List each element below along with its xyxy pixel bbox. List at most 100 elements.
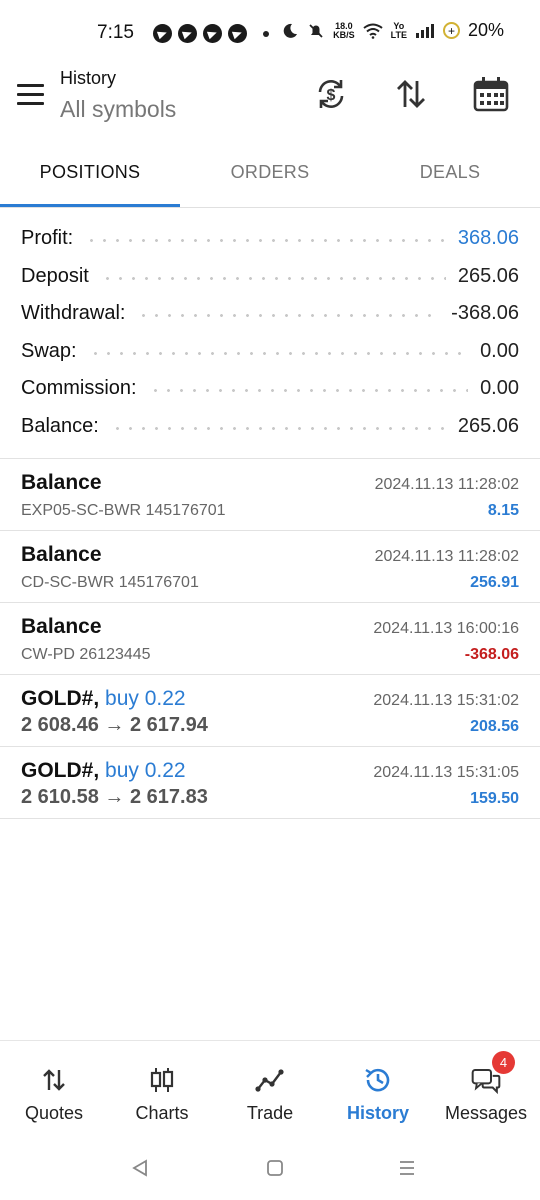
history-tabs: POSITIONS ORDERS DEALS bbox=[0, 150, 540, 208]
deal-symbol: GOLD#, bbox=[21, 759, 100, 782]
deal-time: 2024.11.13 15:31:02 bbox=[373, 692, 519, 709]
hamburger-menu-icon[interactable] bbox=[17, 84, 44, 105]
deal-title: Balance bbox=[21, 543, 102, 566]
deal-amount: 159.50 bbox=[470, 790, 519, 807]
list-item[interactable]: Balance CD-SC-BWR 145176701 2024.11.13 1… bbox=[0, 531, 540, 603]
deal-prices: 2 610.58 → 2 617.83 bbox=[21, 786, 208, 808]
telegram-icon bbox=[153, 24, 172, 43]
status-bar: 7:15 18.0 KB/S Yo LTE + 20% bbox=[0, 0, 540, 64]
summary-row-balance: Balance: 265.06 bbox=[0, 408, 540, 446]
battery-saver-icon: + bbox=[442, 22, 460, 39]
recents-icon[interactable] bbox=[392, 1156, 422, 1180]
list-item[interactable]: Balance CW-PD 26123445 2024.11.13 16:00:… bbox=[0, 603, 540, 675]
summary-row-deposit: Deposit 265.06 bbox=[0, 258, 540, 296]
summary-label: Swap: bbox=[21, 339, 77, 362]
tab-positions[interactable]: POSITIONS bbox=[0, 150, 180, 207]
deal-title: GOLD#, buy 0.22 bbox=[21, 759, 186, 783]
svg-text:$: $ bbox=[327, 87, 336, 104]
currency-refresh-icon[interactable]: $ bbox=[304, 72, 358, 116]
system-navigation-bar bbox=[0, 1140, 540, 1200]
nav-label: Charts bbox=[135, 1103, 189, 1123]
summary-label: Balance: bbox=[21, 414, 99, 437]
history-clock-icon bbox=[363, 1065, 393, 1095]
nav-label: Quotes bbox=[24, 1103, 84, 1123]
arrows-updown-icon bbox=[39, 1065, 69, 1095]
nav-quotes[interactable]: Quotes bbox=[0, 1041, 108, 1140]
calendar-icon[interactable] bbox=[464, 72, 518, 116]
deal-comment: EXP05-SC-BWR 145176701 bbox=[21, 502, 226, 519]
summary-label: Deposit bbox=[21, 264, 89, 287]
nav-label: Messages bbox=[444, 1103, 528, 1123]
summary-label: Commission: bbox=[21, 377, 137, 400]
deal-time: 2024.11.13 11:28:02 bbox=[374, 476, 519, 493]
summary-row-commission: Commission: 0.00 bbox=[0, 370, 540, 408]
dotted-leader bbox=[137, 314, 440, 318]
dotted-leader bbox=[88, 351, 469, 355]
page-title: History bbox=[60, 68, 117, 88]
dotted-leader bbox=[85, 239, 446, 243]
deal-time: 2024.11.13 16:00:16 bbox=[373, 620, 519, 637]
tab-deals[interactable]: DEALS bbox=[360, 150, 540, 207]
battery-percent: 20% bbox=[467, 20, 504, 40]
summary-value: 265.06 bbox=[457, 264, 519, 287]
nav-trade[interactable]: Trade bbox=[216, 1041, 324, 1140]
deal-prices: 2 608.46 → 2 617.94 bbox=[21, 714, 208, 736]
dotted-leader bbox=[100, 276, 446, 280]
summary-row-profit: Profit: 368.06 bbox=[0, 220, 540, 258]
dotted-leader bbox=[148, 389, 469, 393]
summary-row-withdrawal: Withdrawal: -368.06 bbox=[0, 295, 540, 333]
deal-time: 2024.11.13 11:28:02 bbox=[374, 548, 519, 565]
deal-symbol: GOLD#, bbox=[21, 687, 100, 710]
header-actions: $ bbox=[304, 72, 518, 116]
sort-icon[interactable] bbox=[384, 72, 438, 116]
nav-history[interactable]: History bbox=[324, 1041, 432, 1140]
deal-side: buy 0.22 bbox=[105, 687, 186, 710]
summary-row-swap: Swap: 0.00 bbox=[0, 333, 540, 371]
active-tab-indicator bbox=[0, 204, 180, 207]
nav-messages[interactable]: 4 Messages bbox=[432, 1041, 540, 1140]
list-item[interactable]: GOLD#, buy 0.22 2 610.58 → 2 617.83 2024… bbox=[0, 747, 540, 819]
status-time: 7:15 bbox=[97, 22, 134, 43]
trade-line-icon bbox=[255, 1065, 285, 1095]
back-icon[interactable] bbox=[125, 1156, 155, 1180]
deal-title: Balance bbox=[21, 615, 102, 638]
tab-orders[interactable]: ORDERS bbox=[180, 150, 360, 207]
list-item[interactable]: GOLD#, buy 0.22 2 608.46 → 2 617.94 2024… bbox=[0, 675, 540, 747]
summary-value: 0.00 bbox=[480, 339, 519, 362]
home-icon[interactable] bbox=[260, 1156, 290, 1180]
mute-bell-icon bbox=[309, 23, 323, 38]
deal-side: buy 0.22 bbox=[105, 759, 186, 782]
deal-amount: 208.56 bbox=[470, 718, 519, 735]
list-item[interactable]: Balance EXP05-SC-BWR 145176701 2024.11.1… bbox=[0, 459, 540, 531]
net-speed-unit: KB/S bbox=[333, 29, 355, 40]
telegram-icon bbox=[228, 24, 247, 43]
nav-charts[interactable]: Charts bbox=[108, 1041, 216, 1140]
wifi-icon bbox=[363, 23, 383, 39]
deal-time: 2024.11.13 15:31:05 bbox=[373, 764, 519, 781]
app-header: History All symbols $ bbox=[0, 64, 540, 150]
deal-title: GOLD#, buy 0.22 bbox=[21, 687, 186, 711]
lte-bottom: LTE bbox=[390, 29, 407, 40]
unread-badge: 4 bbox=[492, 1051, 515, 1074]
symbol-filter[interactable]: All symbols bbox=[60, 96, 176, 123]
dotted-leader bbox=[110, 426, 446, 430]
history-list: Balance EXP05-SC-BWR 145176701 2024.11.1… bbox=[0, 459, 540, 819]
net-speed: 18.0 KB/S bbox=[333, 21, 355, 40]
more-notifications-dot bbox=[263, 30, 269, 37]
deal-title: Balance bbox=[21, 471, 102, 494]
telegram-icon bbox=[203, 24, 222, 43]
summary-value: 265.06 bbox=[457, 414, 519, 437]
nav-label: Trade bbox=[246, 1103, 294, 1123]
nav-label: History bbox=[346, 1103, 409, 1123]
summary-label: Profit: bbox=[21, 227, 74, 250]
summary-label: Withdrawal: bbox=[21, 302, 126, 325]
telegram-icon bbox=[178, 24, 197, 43]
summary-value: 0.00 bbox=[480, 377, 519, 400]
bottom-navigation: Quotes Charts Trade History 4 Messages bbox=[0, 1040, 540, 1140]
moon-icon bbox=[283, 23, 298, 38]
summary-value: 368.06 bbox=[457, 227, 519, 250]
signal-icon bbox=[415, 23, 434, 38]
status-indicators: 18.0 KB/S Yo LTE + 20% bbox=[281, 20, 504, 41]
candlestick-icon bbox=[147, 1065, 177, 1095]
deal-amount: 256.91 bbox=[470, 574, 519, 591]
